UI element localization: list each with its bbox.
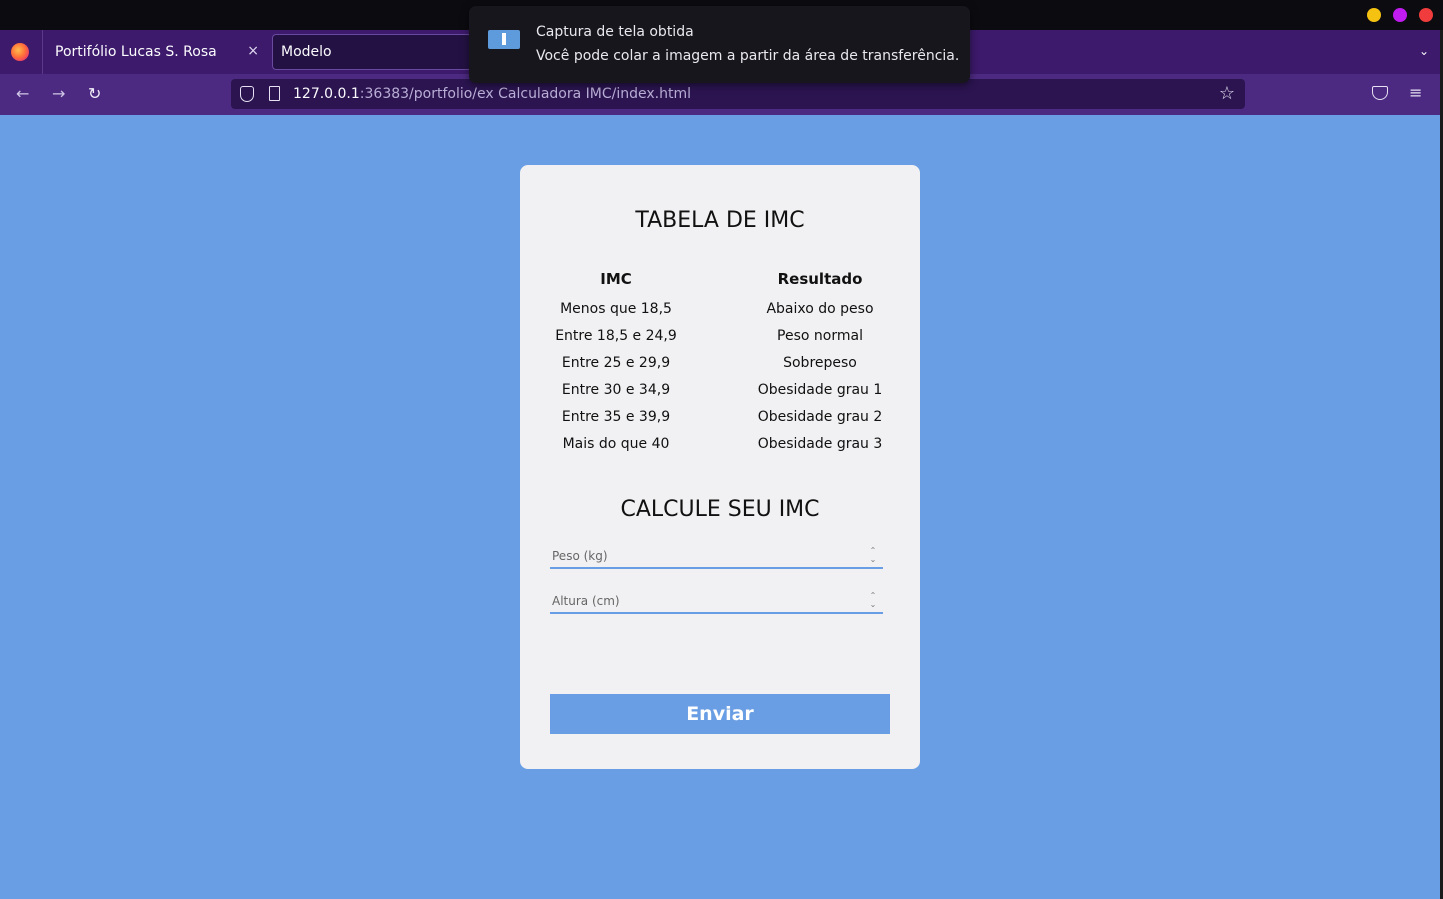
close-icon[interactable]: × <box>247 43 259 59</box>
weight-field: ⌃⌄ <box>550 545 883 569</box>
submit-button[interactable]: Enviar <box>550 694 890 734</box>
header-resultado: Resultado <box>777 270 863 288</box>
maximize-button[interactable] <box>1393 8 1407 22</box>
table-cell-imc: Entre 30 e 34,9 <box>561 382 671 398</box>
table-cell-result: Obesidade grau 1 <box>757 382 883 398</box>
table-title: TABELA DE IMC <box>635 208 805 233</box>
back-icon[interactable]: ← <box>16 84 29 104</box>
url-text[interactable]: 127.0.0.1:36383/portfolio/ex Calculadora… <box>293 86 691 102</box>
table-cell-imc: Mais do que 40 <box>562 436 670 452</box>
close-window-button[interactable] <box>1419 8 1433 22</box>
form-title: CALCULE SEU IMC <box>620 497 820 522</box>
table-cell-result: Peso normal <box>777 328 863 344</box>
tab-label: Modelo <box>281 44 332 60</box>
url-host: 127.0.0.1 <box>293 86 360 102</box>
tab-modelo[interactable]: Modelo <box>272 34 472 70</box>
menu-icon[interactable]: ≡ <box>1409 83 1422 102</box>
table-cell-result: Obesidade grau 2 <box>757 409 883 425</box>
tab-portfolio[interactable]: Portifólio Lucas S. Rosa × <box>43 34 267 70</box>
height-input[interactable] <box>550 590 860 612</box>
notification-title: Captura de tela obtida <box>536 24 694 40</box>
table-cell-imc: Entre 35 e 39,9 <box>561 409 671 425</box>
header-imc: IMC <box>600 270 632 288</box>
page-icon[interactable] <box>269 86 280 101</box>
table-cell-imc: Entre 25 e 29,9 <box>561 355 671 371</box>
table-cell-imc: Entre 18,5 e 24,9 <box>555 328 677 344</box>
height-field: ⌃⌄ <box>550 590 883 614</box>
notification-message: Você pode colar a imagem a partir da áre… <box>536 48 960 64</box>
stepper-icon[interactable]: ⌃ ⌄ <box>867 591 879 609</box>
tab-label: Portifólio Lucas S. Rosa <box>55 44 217 60</box>
url-path: :36383/portfolio/ex Calculadora IMC/inde… <box>359 86 691 102</box>
chevron-down-icon[interactable]: ⌄ <box>1419 44 1429 58</box>
forward-icon[interactable]: → <box>52 84 65 104</box>
star-icon[interactable]: ☆ <box>1219 83 1235 104</box>
table-cell-result: Abaixo do peso <box>766 301 874 317</box>
table-cell-result: Obesidade grau 3 <box>757 436 883 452</box>
url-bar[interactable]: 127.0.0.1:36383/portfolio/ex Calculadora… <box>231 79 1245 109</box>
pocket-icon[interactable] <box>1372 86 1388 100</box>
table-cell-result: Sobrepeso <box>783 355 857 371</box>
reload-icon[interactable]: ↻ <box>88 84 101 104</box>
firefox-icon <box>11 43 29 61</box>
shield-icon[interactable] <box>240 86 254 102</box>
screenshot-notification[interactable]: Captura de tela obtida Você pode colar a… <box>469 6 970 83</box>
screenshot-icon <box>488 30 520 49</box>
imc-card: TABELA DE IMC IMC Resultado Menos que 18… <box>520 165 920 769</box>
stepper-icon[interactable]: ⌃ ⌄ <box>867 546 879 564</box>
minimize-button[interactable] <box>1367 8 1381 22</box>
table-cell-imc: Menos que 18,5 <box>560 301 672 317</box>
weight-input[interactable] <box>550 545 860 567</box>
